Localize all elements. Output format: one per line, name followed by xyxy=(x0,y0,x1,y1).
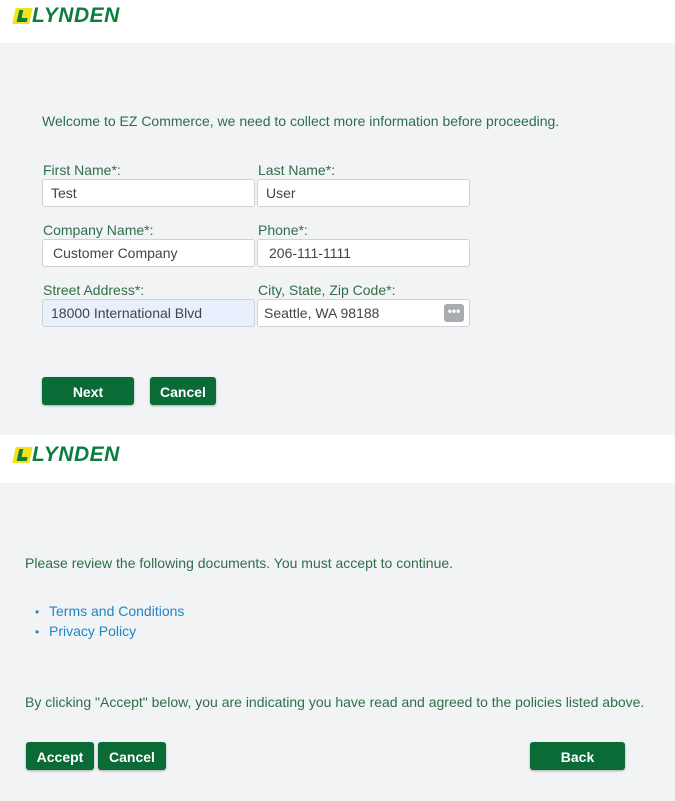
phone-label: Phone*: xyxy=(258,222,308,238)
city-state-zip-input[interactable] xyxy=(257,299,470,327)
phone-input[interactable] xyxy=(257,239,470,267)
lynden-logo-mark-icon xyxy=(12,8,33,24)
company-name-input[interactable] xyxy=(42,239,255,267)
registration-panel: Welcome to EZ Commerce, we need to colle… xyxy=(0,43,675,435)
city-state-zip-wrap: ••• xyxy=(257,299,470,327)
cancel-button-form[interactable]: Cancel xyxy=(150,377,216,405)
cancel-button-docs[interactable]: Cancel xyxy=(98,742,166,770)
document-item-privacy: • Privacy Policy xyxy=(35,621,184,641)
lynden-logo-mark-icon xyxy=(12,447,33,463)
accept-button[interactable]: Accept xyxy=(26,742,94,770)
next-button[interactable]: Next xyxy=(42,377,134,405)
agreement-message: By clicking "Accept" below, you are indi… xyxy=(25,694,645,710)
city-state-zip-label: City, State, Zip Code*: xyxy=(258,282,396,298)
back-button[interactable]: Back xyxy=(530,742,625,770)
bullet-icon: • xyxy=(35,605,40,619)
logo-text-2: LYNDEN xyxy=(32,443,120,466)
company-name-label: Company Name*: xyxy=(43,222,154,238)
lynden-logo: LYNDEN xyxy=(12,4,120,28)
last-name-label: Last Name*: xyxy=(258,162,336,178)
review-message: Please review the following documents. Y… xyxy=(25,555,454,571)
bullet-icon: • xyxy=(35,625,40,639)
logo-text: LYNDEN xyxy=(32,4,120,27)
autofill-ellipsis-icon[interactable]: ••• xyxy=(444,304,464,322)
lynden-logo-2: LYNDEN xyxy=(12,443,120,467)
document-list: • Terms and Conditions • Privacy Policy xyxy=(35,601,184,641)
terms-link[interactable]: Terms and Conditions xyxy=(49,603,184,619)
privacy-link[interactable]: Privacy Policy xyxy=(49,623,136,639)
first-name-label: First Name*: xyxy=(43,162,121,178)
street-address-label: Street Address*: xyxy=(43,282,145,298)
documents-panel: Please review the following documents. Y… xyxy=(0,483,675,801)
header-bottom: LYNDEN xyxy=(0,435,675,483)
last-name-input[interactable] xyxy=(257,179,470,207)
welcome-message: Welcome to EZ Commerce, we need to colle… xyxy=(42,113,560,129)
street-address-input[interactable] xyxy=(42,299,255,327)
header-top: LYNDEN xyxy=(0,0,675,43)
first-name-input[interactable] xyxy=(42,179,255,207)
document-item-terms: • Terms and Conditions xyxy=(35,601,184,621)
